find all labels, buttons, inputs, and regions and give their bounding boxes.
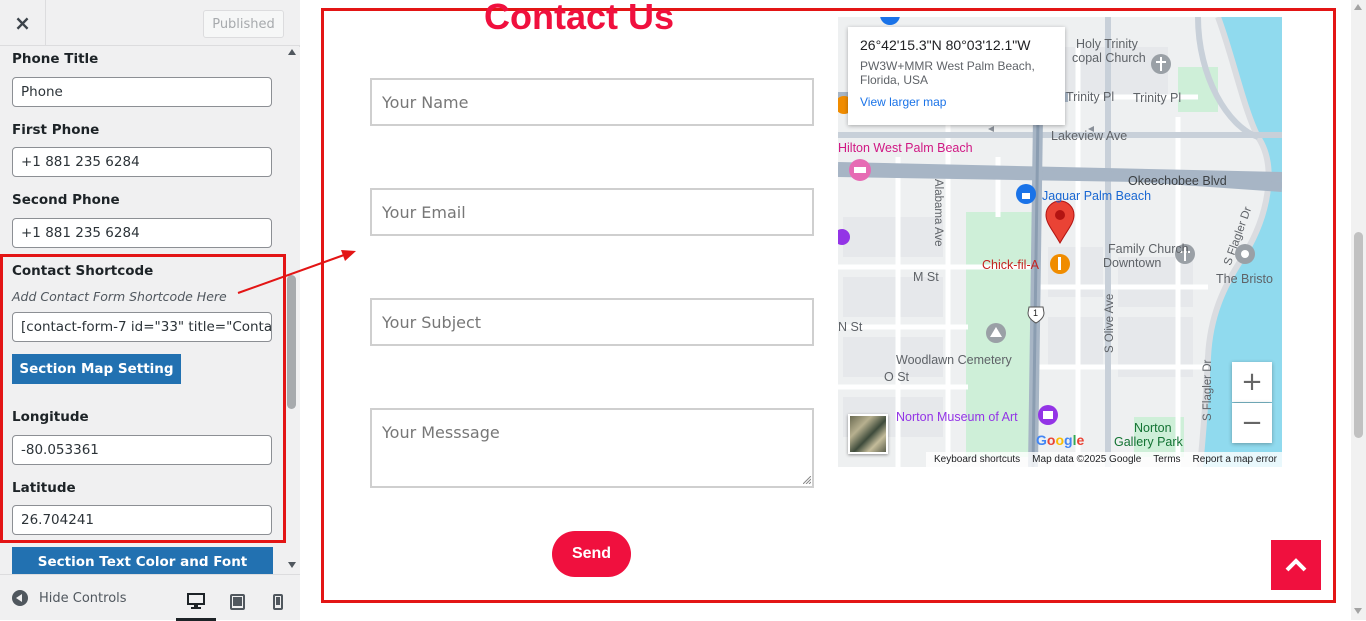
page-scrollbar[interactable]: [1351, 0, 1366, 620]
second-phone-input[interactable]: +1 881 235 6284: [12, 218, 272, 248]
google-logo: Google: [1036, 432, 1085, 448]
sidebar-footer: Hide Controls: [0, 574, 300, 621]
sidebar-scrollbar[interactable]: [284, 47, 300, 574]
map-label-lakeview-ave: Lakeview Ave: [1051, 129, 1128, 143]
your-subject-input[interactable]: Your Subject: [370, 298, 814, 346]
map-label-m-st: M St: [913, 270, 939, 284]
map-footer: Keyboard shortcuts Map data ©2025 Google…: [926, 452, 1282, 467]
scroll-to-top-button[interactable]: [1271, 540, 1321, 590]
sidebar-header: × Published: [0, 0, 300, 46]
your-name-input[interactable]: Your Name: [370, 78, 814, 126]
map-label-alabama-ave: Alabama Ave: [932, 179, 944, 247]
your-message-textarea[interactable]: Your Messsage: [370, 408, 814, 488]
map-label-n-st: N St: [838, 320, 863, 334]
route-shield-label: 1: [1033, 308, 1039, 318]
zoom-in-button[interactable]: +: [1232, 362, 1272, 402]
map-label-gallery-park: Gallery Park: [1114, 435, 1183, 449]
map-label-norton-museum: Norton Museum of Art: [896, 410, 1018, 424]
section-text-color-font-button[interactable]: Section Text Color and Font: [12, 547, 273, 574]
first-phone-label: First Phone: [12, 122, 100, 138]
chevron-up-icon: [1285, 558, 1307, 572]
page-scroll-down-icon[interactable]: [1354, 608, 1362, 614]
terms-link[interactable]: Terms: [1153, 454, 1180, 465]
map-data-attribution: Map data ©2025 Google: [1032, 454, 1142, 465]
tablet-preview-button[interactable]: [217, 583, 257, 621]
hide-controls-label: Hide Controls: [39, 590, 127, 606]
tablet-icon: [229, 594, 245, 610]
page-scroll-thumb[interactable]: [1354, 232, 1363, 438]
map-label-woodlawn: Woodlawn Cemetery: [896, 353, 1012, 367]
map-label-o-st: O St: [884, 370, 910, 384]
annotation-highlight-box: [0, 254, 286, 543]
mobile-preview-button[interactable]: [258, 583, 298, 621]
satellite-toggle-button[interactable]: [848, 414, 888, 454]
map-label-family-church: Family Church: [1108, 242, 1189, 256]
hide-controls-button[interactable]: Hide Controls: [12, 587, 127, 609]
close-customizer-button[interactable]: ×: [0, 0, 46, 46]
map-label-s-flagler-dr-1: S Flagler Dr: [1202, 359, 1214, 421]
map-label-downtown: Downtown: [1103, 256, 1162, 270]
map-label-okeechobee: Okeechobee Blvd: [1128, 174, 1227, 188]
sidebar-scroll-thumb[interactable]: [287, 275, 296, 409]
mobile-icon: [273, 594, 283, 610]
map-label-trinity-pl-2: Trinity Pl: [1133, 91, 1182, 105]
report-map-error-link[interactable]: Report a map error: [1193, 454, 1277, 465]
map-label-episcopal-church: copal Church: [1072, 51, 1146, 65]
map-label-norton: Norton: [1134, 421, 1172, 435]
map-label-jaguar: Jaguar Palm Beach: [1042, 189, 1152, 203]
phone-title-input[interactable]: Phone: [12, 77, 272, 107]
collapse-arrow-icon: [12, 590, 28, 606]
resize-grip-icon[interactable]: [803, 476, 811, 484]
scroll-up-arrow-icon[interactable]: [288, 49, 296, 55]
phone-title-label: Phone Title: [12, 51, 99, 67]
map-coordinates: 26°42'15.3"N 80°03'12.1"W: [860, 37, 1031, 53]
published-button[interactable]: Published: [203, 10, 284, 38]
close-icon: ×: [14, 11, 31, 35]
google-map[interactable]: 26°42'15.3"N 80°03'12.1"W PW3W+MMR West …: [838, 17, 1282, 467]
zoom-out-button[interactable]: −: [1232, 403, 1272, 443]
desktop-icon: [187, 592, 205, 609]
map-label-hilton: Hilton West Palm Beach: [838, 141, 973, 155]
second-phone-label: Second Phone: [12, 192, 120, 208]
keyboard-shortcuts-link[interactable]: Keyboard shortcuts: [934, 454, 1020, 465]
contact-us-heading: Contact Us: [484, 0, 675, 37]
your-email-input[interactable]: Your Email: [370, 188, 814, 236]
send-button[interactable]: Send: [552, 531, 631, 577]
map-address: PW3W+MMR West Palm Beach, Florida, USA: [860, 59, 1035, 87]
map-label-trinity-pl-1: Trinity Pl: [1066, 90, 1115, 104]
map-label-holy-trinity: Holy Trinity: [1076, 37, 1138, 51]
view-larger-map-link[interactable]: View larger map: [860, 95, 1053, 109]
map-info-card: 26°42'15.3"N 80°03'12.1"W PW3W+MMR West …: [848, 27, 1065, 125]
desktop-preview-button[interactable]: [176, 583, 216, 621]
map-label-s-olive-ave: S Olive Ave: [1104, 293, 1116, 353]
first-phone-input[interactable]: +1 881 235 6284: [12, 147, 272, 177]
map-label-the-bristol: The Bristo: [1216, 272, 1273, 286]
map-label-chick-fil-a: Chick-fil-A: [982, 258, 1039, 272]
scroll-down-arrow-icon[interactable]: [288, 562, 296, 568]
page-scroll-up-icon[interactable]: [1354, 4, 1362, 10]
